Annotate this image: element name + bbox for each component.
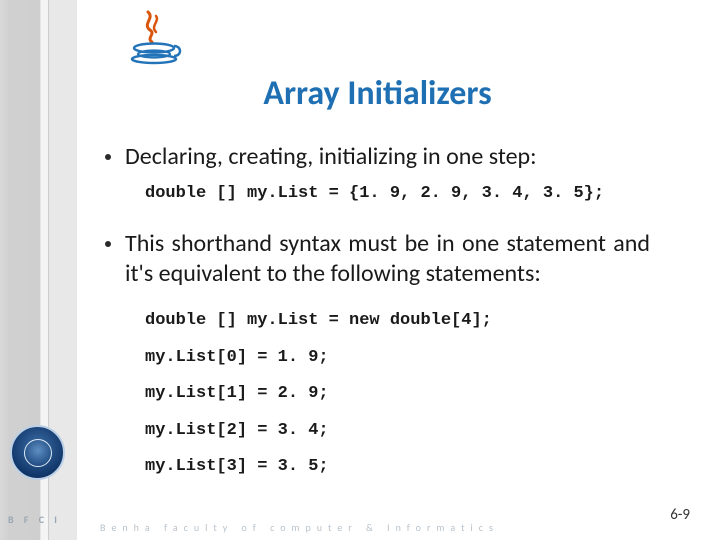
bullet-dot-icon	[105, 154, 111, 160]
page-number: 6-9	[670, 506, 690, 524]
footer-acronym: B F C I	[8, 513, 61, 526]
bullet-dot-icon	[105, 241, 111, 247]
bullet-item: Declaring, creating, initializing in one…	[105, 142, 650, 172]
footer-tagline: Benha faculty of computer & Informatics	[100, 521, 499, 534]
code-line-1: double [] my.List = {1. 9, 2. 9, 3. 4, 3…	[145, 184, 650, 203]
code-block-2: double [] my.List = new double[4]; my.Li…	[145, 303, 650, 486]
slide-title: Array Initializers	[95, 73, 660, 114]
bullet-item: This shorthand syntax must be in one sta…	[105, 229, 650, 289]
slide-content: Declaring, creating, initializing in one…	[95, 142, 660, 486]
java-logo	[120, 10, 190, 65]
institution-badge	[10, 425, 65, 480]
bullet-text: Declaring, creating, initializing in one…	[125, 142, 537, 172]
bullet-text: This shorthand syntax must be in one sta…	[125, 229, 650, 289]
footer: B F C I Benha faculty of computer & Info…	[0, 500, 720, 540]
slide: Array Initializers Declaring, creating, …	[0, 0, 720, 540]
